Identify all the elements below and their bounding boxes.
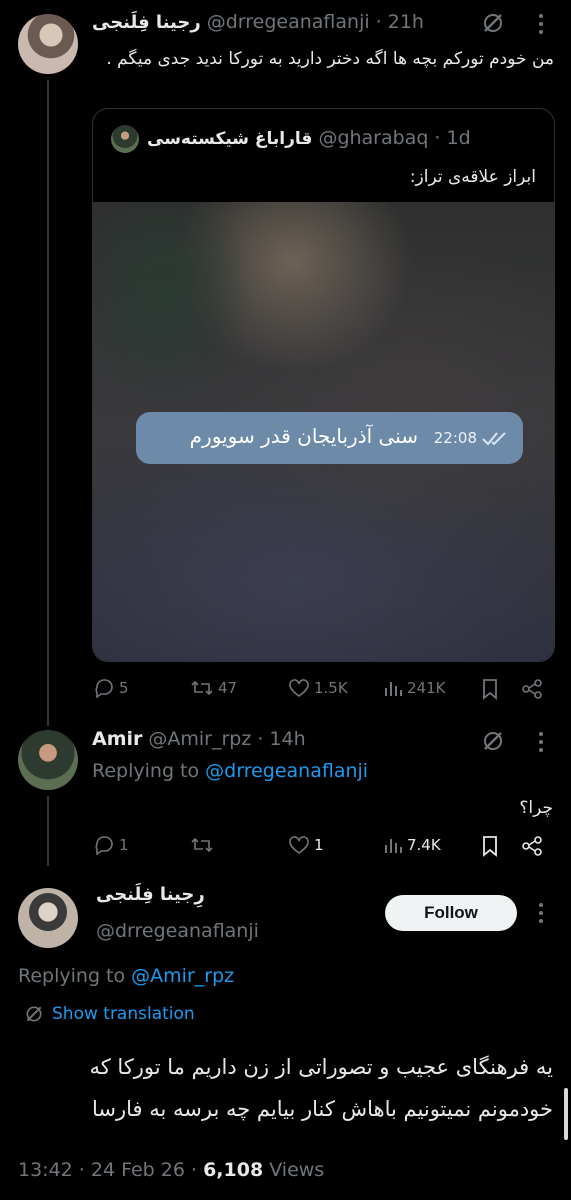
post-meta: 13:42 · 24 Feb 26 · 6,108 Views xyxy=(18,1159,324,1181)
bookmark-icon[interactable] xyxy=(481,835,499,857)
tweet-text: من خودم تورکم بچه ها اگه دختر دارید به ت… xyxy=(106,49,554,69)
reply-button[interactable]: 1 xyxy=(93,835,129,855)
chat-bubble: سنی آذربایجان قدر سویورم 22:08 xyxy=(136,412,523,464)
repost-button[interactable] xyxy=(190,835,218,855)
view-count: 7.4K xyxy=(407,836,441,854)
post-timestamp[interactable]: 13:42 · 24 Feb 26 · xyxy=(18,1159,203,1181)
user-handle[interactable]: @drregeanaflanji xyxy=(207,11,370,33)
replying-label: Replying to xyxy=(92,760,206,782)
double-check-icon xyxy=(481,430,509,446)
view-count: 241K xyxy=(407,679,446,697)
post-time[interactable]: · 1d xyxy=(434,127,470,149)
repost-icon xyxy=(191,837,213,853)
scrollbar[interactable] xyxy=(564,1088,568,1140)
quote-text: ابراز علاقه‌ی تراز: xyxy=(409,167,536,187)
avatar[interactable] xyxy=(18,14,78,74)
quote-header: قاراباغ شیکسته‌سی @gharabaq · 1d xyxy=(147,127,471,149)
tweet-header: رجینا فِلَنجی @drregeanaflanji · 21h xyxy=(92,11,424,33)
display-name[interactable]: Amir xyxy=(92,728,142,750)
more-options-icon[interactable] xyxy=(536,902,546,924)
replying-label: Replying to xyxy=(18,965,132,987)
tweet-text: چرا؟ xyxy=(519,798,553,818)
avatar[interactable] xyxy=(18,730,78,790)
display-name[interactable]: رجینا فِلَنجی xyxy=(92,12,201,33)
views-count: 6,108 xyxy=(203,1159,264,1181)
post-time[interactable]: · 21h xyxy=(376,11,424,33)
thread-line xyxy=(47,796,49,866)
reply-icon xyxy=(95,679,113,698)
like-button[interactable]: 1 xyxy=(288,835,324,855)
reply-icon xyxy=(95,836,113,855)
analytics-icon xyxy=(385,682,402,696)
like-count: 1 xyxy=(314,836,324,854)
post-time[interactable]: · 14h xyxy=(257,728,305,750)
analytics-icon xyxy=(385,839,402,853)
bubble-text: سنی آذربایجان قدر سویورم xyxy=(189,424,418,448)
grok-icon[interactable] xyxy=(481,11,505,35)
repost-count: 47 xyxy=(218,679,238,697)
mention-link[interactable]: @Amir_rpz xyxy=(131,965,234,987)
more-options-icon[interactable] xyxy=(536,13,546,35)
media-image[interactable]: سنی آذربایجان قدر سویورم 22:08 xyxy=(93,202,554,661)
mention-link[interactable]: @drregeanaflanji xyxy=(205,760,368,782)
avatar[interactable] xyxy=(111,125,139,153)
display-name[interactable]: رِجینا فِلَنجی xyxy=(96,884,205,905)
show-translation[interactable]: Show translation xyxy=(24,1004,195,1024)
avatar[interactable] xyxy=(18,888,78,948)
grok-icon xyxy=(26,1006,42,1022)
follow-button[interactable]: Follow xyxy=(385,895,517,931)
like-button[interactable]: 1.5K xyxy=(288,678,348,698)
repost-button[interactable]: 47 xyxy=(190,678,237,698)
heart-icon xyxy=(289,679,309,697)
reply-button[interactable]: 5 xyxy=(93,678,129,698)
share-icon[interactable] xyxy=(521,835,543,857)
share-icon[interactable] xyxy=(521,678,543,700)
thread-line xyxy=(47,80,49,726)
user-handle[interactable]: @gharabaq xyxy=(318,127,428,149)
reply-count: 5 xyxy=(119,679,129,697)
views-button[interactable]: 7.4K xyxy=(383,835,441,855)
bookmark-icon[interactable] xyxy=(481,678,499,700)
quoted-tweet[interactable]: قاراباغ شیکسته‌سی @gharabaq · 1d ابراز ع… xyxy=(92,108,555,662)
tweet-header: Amir @Amir_rpz · 14h xyxy=(92,728,306,750)
bubble-time: 22:08 xyxy=(433,429,477,447)
grok-icon[interactable] xyxy=(481,729,505,753)
translation-link[interactable]: Show translation xyxy=(52,1004,195,1024)
heart-icon xyxy=(289,836,309,854)
repost-icon xyxy=(191,680,213,696)
replying-to: Replying to @Amir_rpz xyxy=(18,965,234,987)
views-label: Views xyxy=(263,1159,325,1181)
tweet-text: یه فرهنگای عجیب و تصوراتی از زن داریم ما… xyxy=(89,1055,553,1121)
reply-count: 1 xyxy=(119,836,129,854)
user-handle[interactable]: @drregeanaflanji xyxy=(96,920,259,942)
views-button[interactable]: 241K xyxy=(383,678,445,698)
like-count: 1.5K xyxy=(314,679,348,697)
replying-to: Replying to @drregeanaflanji xyxy=(92,760,368,782)
display-name[interactable]: قاراباغ شیکسته‌سی xyxy=(147,129,312,149)
more-options-icon[interactable] xyxy=(536,731,546,753)
user-handle[interactable]: @Amir_rpz xyxy=(148,728,251,750)
